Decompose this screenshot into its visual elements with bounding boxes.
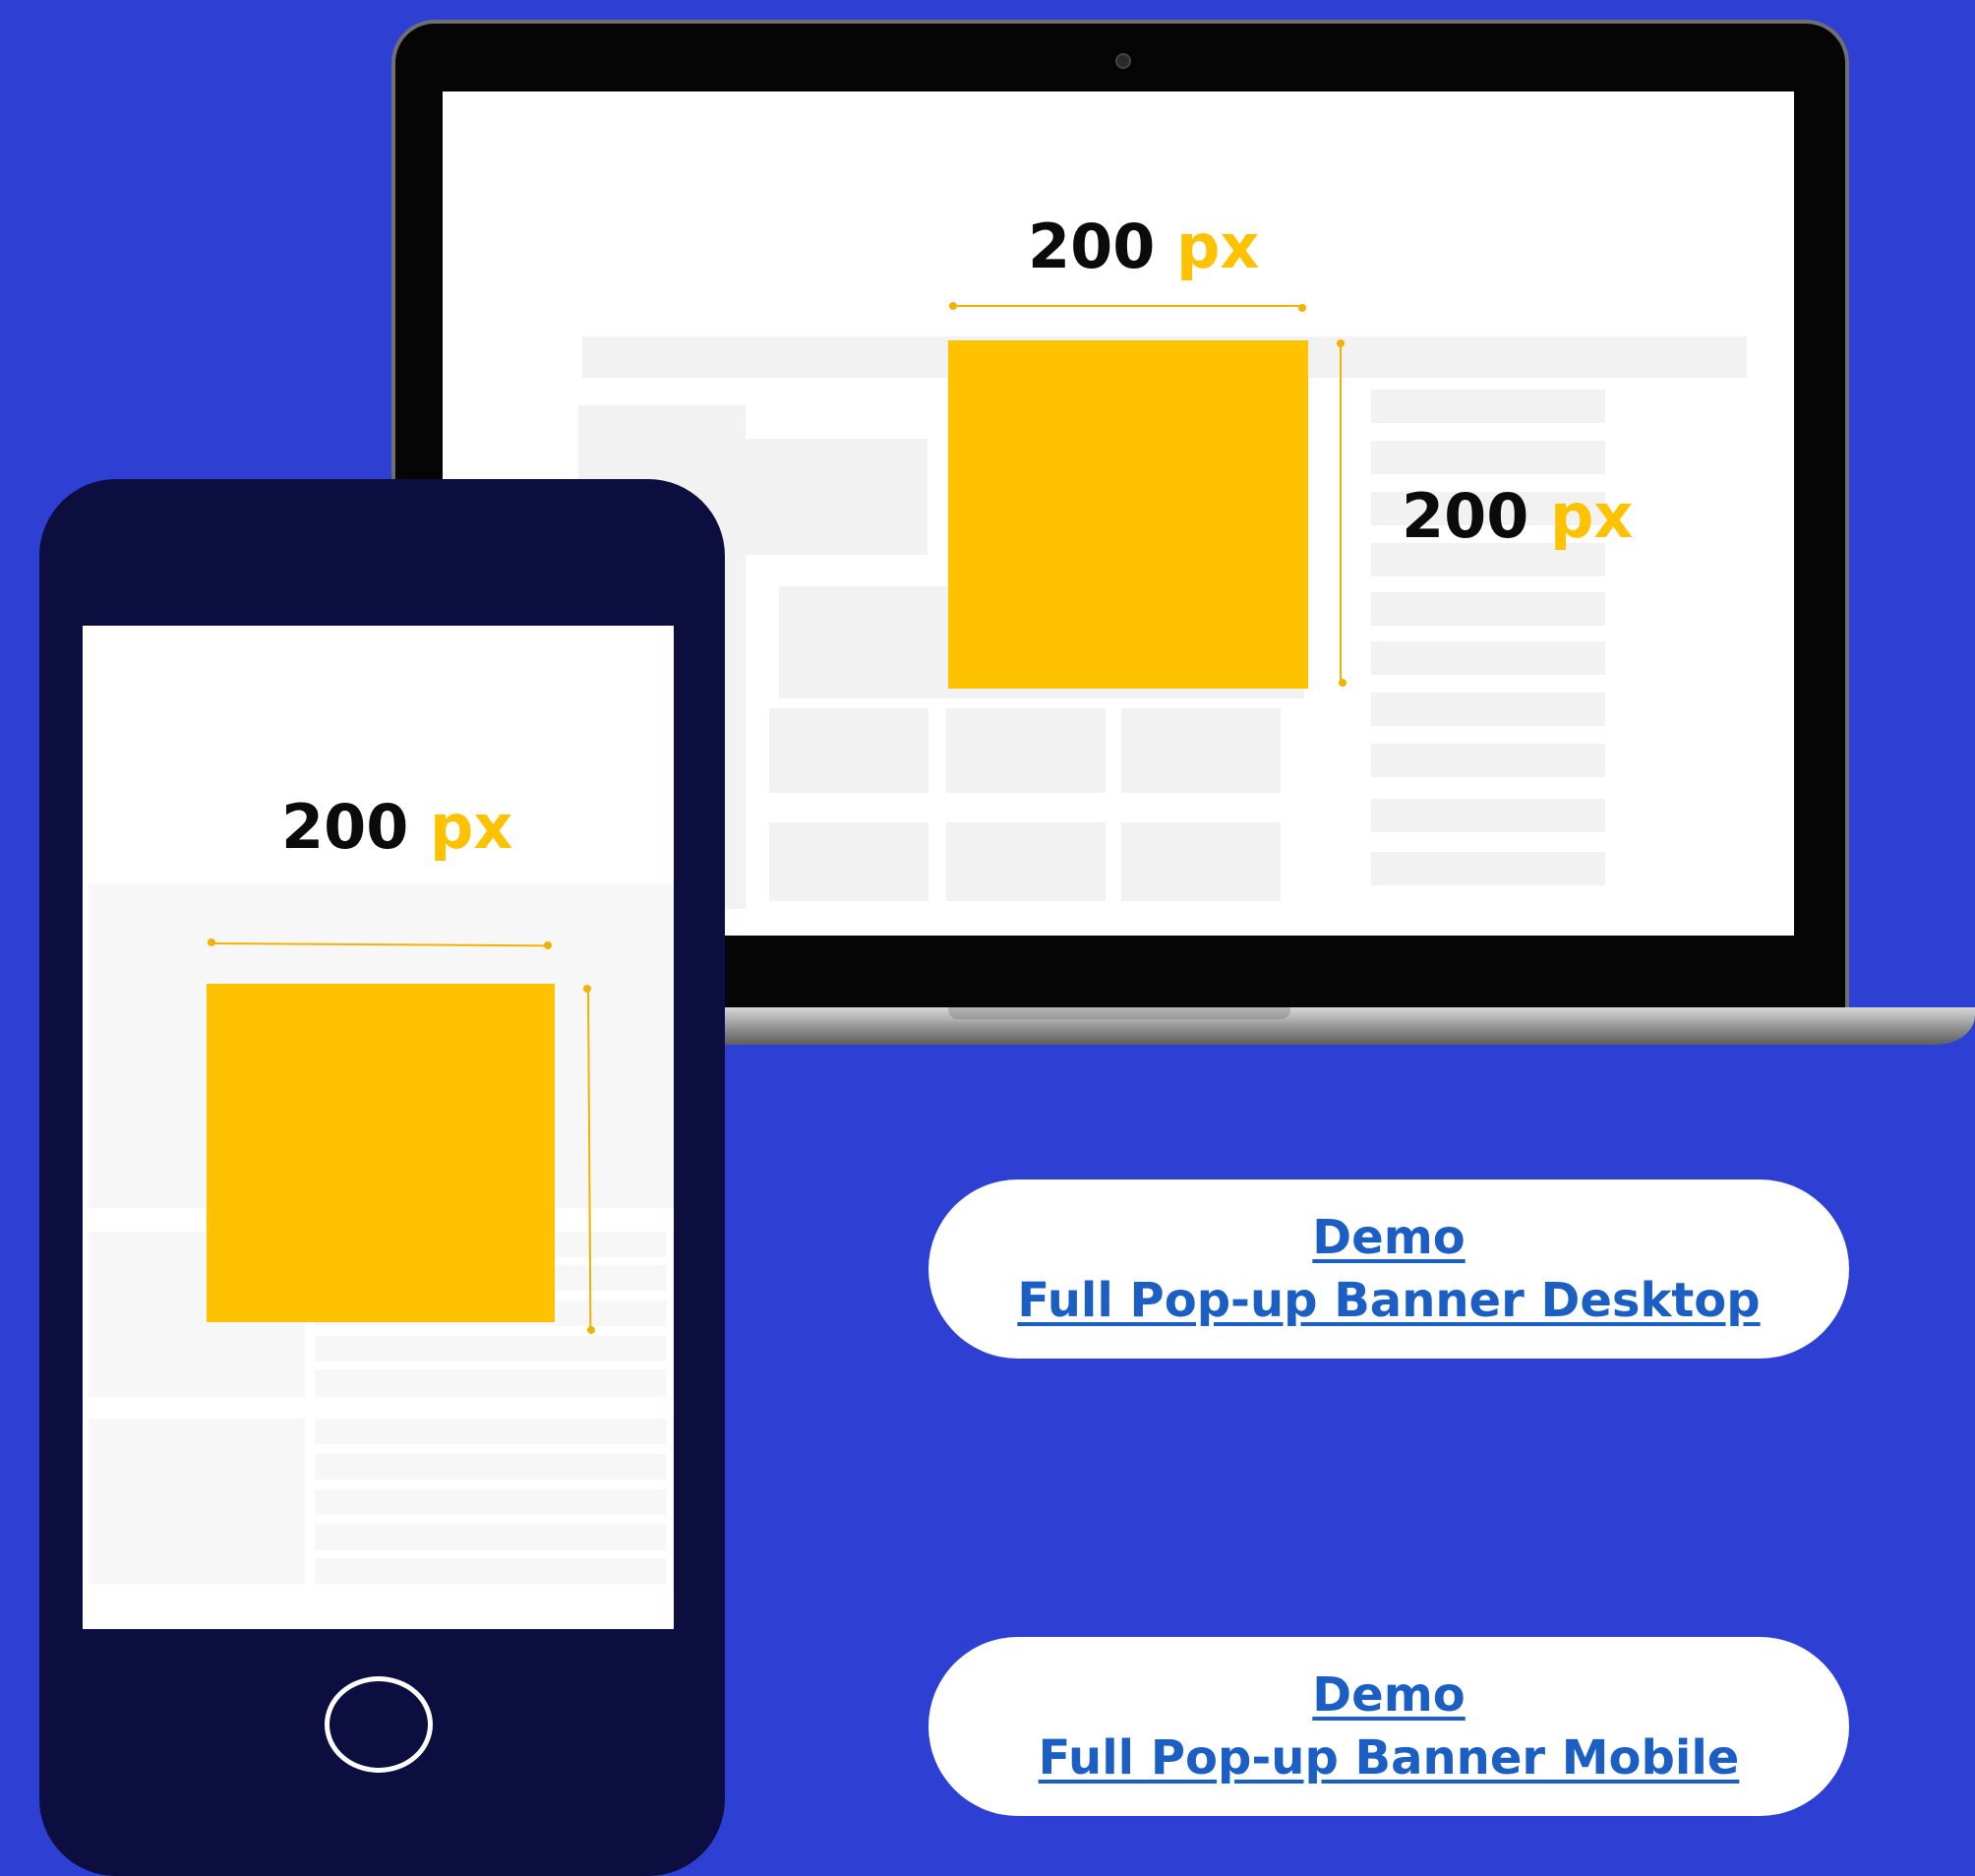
mock-block (746, 439, 928, 555)
mock-row (315, 1419, 666, 1444)
dimension-dot (208, 938, 215, 946)
demo-mobile-line2: Full Pop-up Banner Mobile (1038, 1730, 1740, 1785)
mock-row (315, 1489, 666, 1515)
mock-sidebar-row (1371, 441, 1605, 474)
laptop-height-label: 200 px (1402, 486, 1633, 547)
mock-sidebar-row (1371, 390, 1605, 423)
laptop-width-value: 200 (1028, 211, 1156, 282)
laptop-width-line (952, 305, 1302, 307)
dimension-dot (544, 941, 552, 949)
phone-width-label: 200 px (281, 797, 512, 858)
laptop-width-label: 200 px (1028, 216, 1259, 277)
mock-card (769, 708, 928, 793)
demo-mobile-line1: Demo (1312, 1667, 1466, 1723)
mock-row (315, 1525, 666, 1550)
mock-row (315, 1558, 666, 1584)
demo-desktop-line2: Full Pop-up Banner Desktop (1017, 1273, 1761, 1328)
mock-row (315, 1369, 666, 1397)
demo-desktop-button[interactable]: Demo Full Pop-up Banner Desktop (928, 1180, 1849, 1359)
laptop-popup-banner (948, 340, 1308, 689)
mock-thumb (89, 1419, 305, 1584)
dimension-dot (583, 985, 591, 993)
mock-sidebar-row (1371, 799, 1605, 832)
mock-sidebar-row (1371, 852, 1605, 885)
phone-home-button-icon (325, 1676, 433, 1773)
mock-card (1121, 822, 1281, 901)
mock-card (946, 822, 1106, 901)
mock-sidebar-row (1371, 693, 1605, 726)
mock-card (946, 708, 1106, 793)
phone-width-unit: px (430, 791, 513, 863)
demo-desktop-line1: Demo (1312, 1210, 1466, 1265)
laptop-camera-icon (1115, 53, 1131, 69)
mock-row (315, 1454, 666, 1480)
mock-sidebar-row (1371, 744, 1605, 777)
phone-width-value: 200 (281, 791, 409, 863)
mock-card (1121, 708, 1281, 793)
laptop-notch (948, 1007, 1290, 1019)
mock-sidebar-row (1371, 592, 1605, 626)
mock-row (315, 1336, 666, 1362)
laptop-height-line (1340, 344, 1342, 683)
dimension-dot (1339, 679, 1347, 687)
dimension-dot (1337, 339, 1345, 347)
dimension-dot (1298, 304, 1306, 312)
dimension-dot (949, 302, 957, 310)
dimension-dot (587, 1326, 595, 1334)
laptop-height-unit: px (1550, 480, 1634, 552)
laptop-height-value: 200 (1402, 480, 1529, 552)
phone-popup-banner (207, 984, 555, 1322)
demo-mobile-button[interactable]: Demo Full Pop-up Banner Mobile (928, 1637, 1849, 1816)
laptop-width-unit: px (1176, 211, 1260, 282)
mock-sidebar-row (1371, 641, 1605, 675)
mock-card (769, 822, 928, 901)
